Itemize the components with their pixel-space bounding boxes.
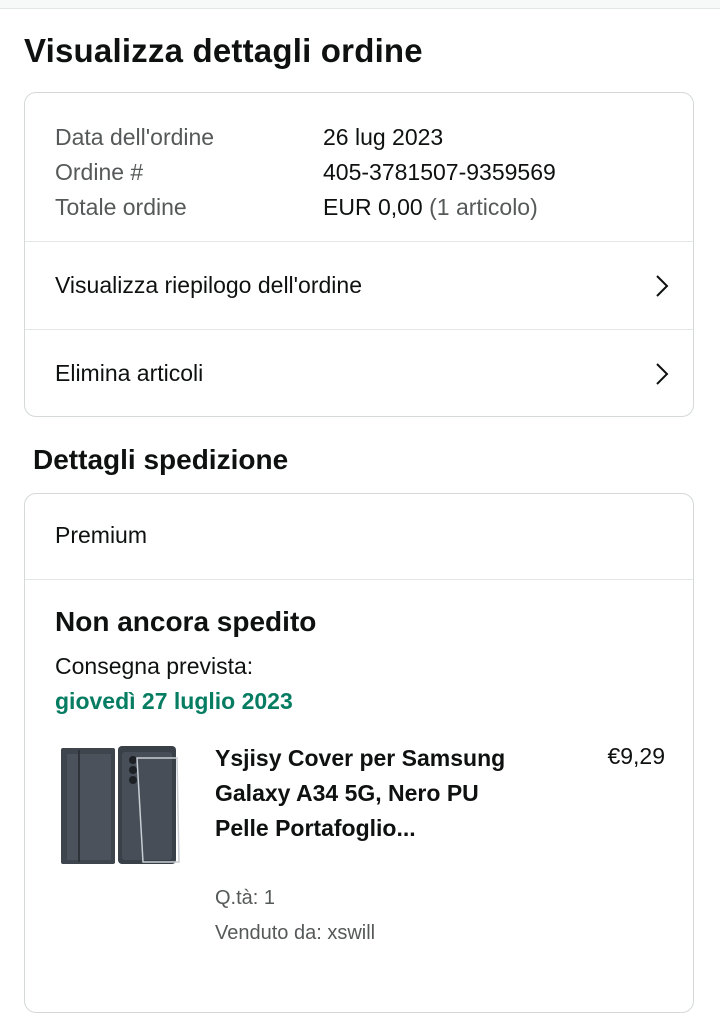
chevron-right-icon — [656, 274, 669, 297]
order-info: Data dell'ordine 26 lug 2023 Ordine # 40… — [55, 120, 556, 225]
chevron-right-icon — [656, 362, 669, 385]
order-number-row: Ordine # 405-3781507-9359569 — [55, 155, 556, 190]
delivery-date: giovedì 27 luglio 2023 — [55, 688, 293, 714]
order-total-items: (1 articolo) — [429, 194, 538, 220]
order-total-value: EUR 0,00 (1 articolo) — [323, 190, 538, 225]
order-date-row: Data dell'ordine 26 lug 2023 — [55, 120, 556, 155]
order-number-label: Ordine # — [55, 159, 144, 185]
delivery-label: Consegna prevista: — [55, 653, 254, 679]
product-quantity: Q.tà: 1 — [215, 887, 276, 909]
top-divider — [0, 0, 720, 9]
order-info-card: Data dell'ordine 26 lug 2023 Ordine # 40… — [24, 92, 694, 417]
order-total-amount: EUR 0,00 — [323, 194, 423, 220]
order-date-value: 26 lug 2023 — [323, 124, 444, 150]
page-title: Visualizza dettagli ordine — [24, 32, 423, 69]
order-total-row: Totale ordine EUR 0,00 (1 articolo) — [55, 190, 556, 225]
view-order-summary-label: Visualizza riepilogo dell'ordine — [55, 272, 362, 298]
shipment-status: Non ancora spedito — [55, 606, 317, 637]
shipping-method: Premium — [55, 522, 148, 548]
order-total-label: Totale ordine — [55, 194, 187, 220]
order-number-value: 405-3781507-9359569 — [323, 159, 556, 185]
shipment-section-title: Dettagli spedizione — [33, 444, 289, 475]
product-title[interactable]: Ysjisy Cover per Samsung Galaxy A34 5G, … — [215, 741, 515, 846]
remove-items-link[interactable]: Elimina articoli — [25, 330, 693, 416]
view-order-summary-link[interactable]: Visualizza riepilogo dell'ordine — [25, 242, 693, 329]
divider — [25, 579, 693, 580]
order-date-label: Data dell'ordine — [55, 124, 215, 150]
shipment-card: Premium Non ancora spedito Consegna prev… — [24, 493, 694, 1013]
product-seller: Venduto da: xswill — [215, 922, 376, 944]
remove-items-label: Elimina articoli — [55, 360, 204, 386]
product-price: €9,29 — [607, 743, 665, 769]
product-image[interactable] — [59, 744, 181, 869]
